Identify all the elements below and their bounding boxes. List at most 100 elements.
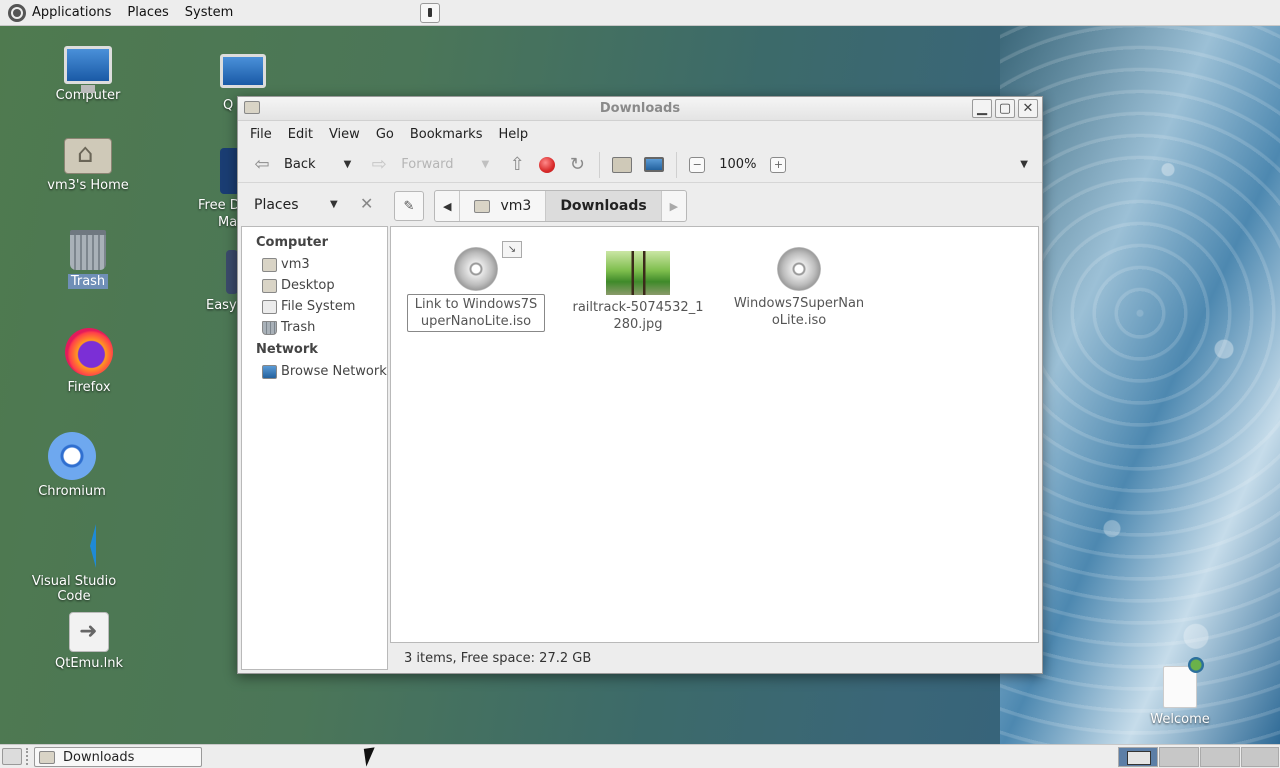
places-sidebar: Computer vm3 Desktop File System Trash N… bbox=[241, 226, 388, 670]
toolbar-separator bbox=[676, 151, 678, 178]
drive-icon bbox=[262, 299, 277, 314]
workspace-1[interactable] bbox=[1118, 747, 1158, 767]
status-bar: 3 items, Free space: 27.2 GB bbox=[390, 643, 1039, 673]
reload-icon: ↻ bbox=[569, 154, 585, 175]
pencil-icon: ✎ bbox=[403, 198, 415, 214]
home-button[interactable] bbox=[606, 151, 638, 179]
sidebar-section-computer: Computer bbox=[256, 235, 329, 250]
back-history-dropdown-icon[interactable]: ▼ bbox=[344, 159, 352, 170]
breadcrumb-downloads[interactable]: Downloads bbox=[546, 191, 662, 221]
toolbar-overflow-button[interactable]: ▼ bbox=[1014, 151, 1034, 179]
forward-button[interactable]: ⇨ Forward ▼ bbox=[363, 151, 495, 179]
computer-icon bbox=[64, 46, 112, 93]
sidebar-item-vm3[interactable]: vm3 bbox=[242, 254, 387, 275]
applications-menu[interactable]: Applications bbox=[0, 0, 119, 26]
places-selector[interactable]: Places bbox=[254, 197, 299, 213]
menu-file[interactable]: File bbox=[242, 127, 280, 142]
sidebar-section-network: Network bbox=[256, 342, 318, 357]
file-item-link-iso[interactable]: ↘ Link to Windows7SuperNanoLite.iso bbox=[407, 241, 545, 332]
places-menu[interactable]: Places bbox=[119, 0, 176, 26]
back-button[interactable]: ⇦ Back ▼ bbox=[246, 151, 357, 179]
link-arrow-icon: ↘ bbox=[502, 241, 522, 258]
home-icon bbox=[612, 156, 633, 173]
places-dropdown-icon[interactable]: ▼ bbox=[330, 199, 338, 210]
desktop-icon-firefox[interactable]: Firefox bbox=[29, 328, 149, 395]
computer-button[interactable] bbox=[638, 151, 670, 179]
zoom-out-icon: − bbox=[689, 156, 706, 173]
taskbar-downloads-button[interactable]: Downloads bbox=[34, 747, 202, 767]
panel-applet-icon[interactable] bbox=[420, 3, 440, 23]
qtemu-icon bbox=[69, 612, 109, 652]
menubar: File Edit View Go Bookmarks Help bbox=[238, 121, 1042, 147]
show-desktop-button[interactable] bbox=[2, 748, 22, 765]
sidebar-item-desktop[interactable]: Desktop bbox=[242, 275, 387, 296]
partial-computer-icon[interactable] bbox=[220, 54, 266, 88]
desktop-icon-welcome[interactable]: Welcome bbox=[1120, 657, 1240, 727]
desktop-icon-chromium[interactable]: Chromium bbox=[12, 432, 132, 499]
folder-icon bbox=[39, 750, 55, 764]
partial-label-q: Q bbox=[223, 98, 234, 113]
maximize-button[interactable]: ▢ bbox=[995, 99, 1015, 118]
toolbar: ⇦ Back ▼ ⇨ Forward ▼ ⇧ ↻ − 100% + ▼ bbox=[238, 147, 1042, 183]
menu-go[interactable]: Go bbox=[368, 127, 402, 142]
desktop-icon-trash[interactable]: Trash bbox=[28, 230, 148, 289]
zoom-in-button[interactable]: + bbox=[764, 151, 792, 179]
chevron-down-icon: ▼ bbox=[1020, 159, 1028, 170]
desktop-icon-home[interactable]: vm3's Home bbox=[28, 132, 148, 193]
sidebar-header: Places ▼ ✕ bbox=[238, 184, 388, 226]
partial-label-easy: Easy bbox=[206, 298, 237, 313]
menu-help[interactable]: Help bbox=[490, 127, 536, 142]
toolbar-separator bbox=[599, 151, 601, 178]
menu-bookmarks[interactable]: Bookmarks bbox=[402, 127, 491, 142]
firefox-icon bbox=[65, 328, 113, 376]
file-view[interactable]: ↘ Link to Windows7SuperNanoLite.iso rail… bbox=[390, 226, 1039, 643]
desktop-icon-qtemu[interactable]: QtEmu.lnk bbox=[29, 612, 149, 671]
up-arrow-icon: ⇧ bbox=[509, 154, 525, 175]
disc-icon bbox=[777, 247, 821, 291]
close-button[interactable]: ✕ bbox=[1018, 99, 1038, 118]
forward-history-dropdown-icon[interactable]: ▼ bbox=[482, 159, 490, 170]
workspace-4[interactable] bbox=[1241, 747, 1279, 767]
network-icon bbox=[262, 364, 277, 379]
sidebar-item-browse-network[interactable]: Browse Network bbox=[242, 361, 387, 382]
partial-label-free: Free D bbox=[198, 198, 240, 213]
system-menu[interactable]: System bbox=[177, 0, 241, 26]
forward-arrow-icon: ⇨ bbox=[371, 154, 387, 175]
zoom-out-button[interactable]: − bbox=[683, 151, 711, 179]
file-item-windows7-iso[interactable]: Windows7SuperNanoLite.iso bbox=[730, 247, 868, 330]
breadcrumb-left-arrow[interactable]: ◀ bbox=[435, 191, 461, 221]
status-text: 3 items, Free space: 27.2 GB bbox=[404, 650, 592, 666]
disc-icon: ↘ bbox=[454, 241, 522, 291]
desktop-folder-icon bbox=[262, 278, 277, 293]
window-titlebar[interactable]: Downloads ▁ ▢ ✕ bbox=[238, 97, 1042, 121]
vscode-icon bbox=[52, 522, 96, 570]
sidebar-item-file-system[interactable]: File System bbox=[242, 296, 387, 317]
window-title: Downloads bbox=[599, 101, 681, 116]
panel-grip[interactable] bbox=[26, 748, 31, 765]
stop-button[interactable] bbox=[533, 151, 561, 179]
bottom-panel: Downloads bbox=[0, 744, 1280, 768]
desktop-icon-computer[interactable]: Computer bbox=[28, 46, 148, 103]
sidebar-item-trash[interactable]: Trash bbox=[242, 317, 387, 338]
file-manager-window: Downloads ▁ ▢ ✕ File Edit View Go Bookma… bbox=[237, 96, 1043, 674]
workspace-3[interactable] bbox=[1200, 747, 1240, 767]
home-folder-icon bbox=[474, 199, 491, 213]
up-button[interactable]: ⇧ bbox=[501, 151, 533, 179]
breadcrumb-right-arrow[interactable]: ▶ bbox=[662, 191, 686, 221]
file-item-railtrack-jpg[interactable]: railtrack-5074532_1280.jpg bbox=[569, 251, 707, 334]
menu-edit[interactable]: Edit bbox=[280, 127, 321, 142]
close-sidebar-icon[interactable]: ✕ bbox=[360, 194, 373, 213]
trash-icon bbox=[262, 320, 277, 335]
menu-view[interactable]: View bbox=[321, 127, 368, 142]
edit-location-button[interactable]: ✎ bbox=[394, 191, 424, 221]
desktop-icon-vscode[interactable]: Visual Studio Code bbox=[14, 522, 134, 604]
zoom-in-icon: + bbox=[770, 156, 787, 173]
home-folder-icon bbox=[64, 138, 112, 174]
minimize-button[interactable]: ▁ bbox=[972, 99, 992, 118]
distro-logo-icon bbox=[8, 3, 26, 22]
workspace-2[interactable] bbox=[1159, 747, 1199, 767]
zoom-level: 100% bbox=[719, 157, 757, 172]
breadcrumb-vm3[interactable]: vm3 bbox=[460, 191, 547, 221]
trash-icon bbox=[70, 230, 106, 270]
reload-button[interactable]: ↻ bbox=[561, 151, 593, 179]
